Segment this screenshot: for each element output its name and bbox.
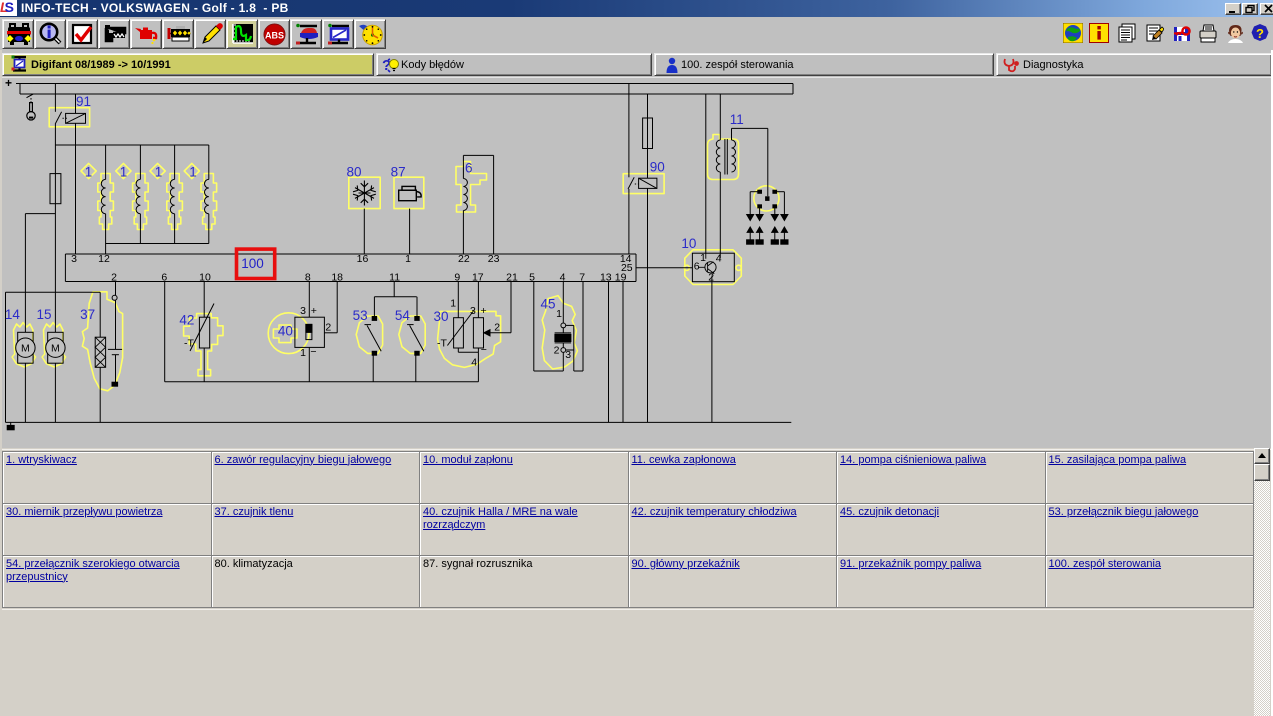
svg-text:1: 1 bbox=[120, 165, 128, 180]
svg-text:80: 80 bbox=[346, 164, 361, 179]
svg-text:6: 6 bbox=[161, 271, 167, 283]
svg-text:ABS: ABS bbox=[265, 31, 284, 41]
svg-text:18: 18 bbox=[331, 271, 343, 283]
svg-text:6: 6 bbox=[465, 161, 473, 176]
svg-text:91: 91 bbox=[76, 94, 91, 109]
svg-text:42: 42 bbox=[179, 312, 194, 327]
svg-text:+: + bbox=[5, 78, 12, 90]
svg-text:11: 11 bbox=[730, 112, 744, 127]
svg-text:90: 90 bbox=[650, 160, 665, 175]
svg-text:1: 1 bbox=[405, 253, 411, 265]
svg-text:13: 13 bbox=[600, 271, 612, 283]
svg-text:-T: -T bbox=[437, 337, 447, 349]
svg-text:87: 87 bbox=[391, 164, 406, 179]
svg-text:−: − bbox=[310, 346, 316, 358]
svg-text:−: − bbox=[481, 344, 487, 356]
svg-text:1: 1 bbox=[450, 298, 456, 310]
svg-text:M: M bbox=[21, 343, 30, 355]
svg-text:3: 3 bbox=[470, 305, 476, 317]
svg-text:4: 4 bbox=[471, 356, 477, 368]
svg-text:+: + bbox=[311, 305, 317, 317]
svg-text:16: 16 bbox=[357, 253, 369, 265]
svg-text:2: 2 bbox=[494, 321, 500, 333]
svg-text:21: 21 bbox=[506, 271, 518, 283]
svg-text:9: 9 bbox=[454, 271, 460, 283]
svg-text:23: 23 bbox=[488, 253, 500, 265]
svg-text:1: 1 bbox=[155, 165, 163, 180]
svg-text:14: 14 bbox=[5, 307, 21, 322]
svg-text:10: 10 bbox=[199, 271, 211, 283]
svg-text:2: 2 bbox=[554, 345, 560, 357]
svg-text:M: M bbox=[51, 343, 60, 355]
svg-text:37: 37 bbox=[80, 307, 95, 322]
svg-text:40: 40 bbox=[278, 323, 293, 338]
svg-text:30: 30 bbox=[433, 309, 448, 324]
svg-text:15: 15 bbox=[36, 307, 51, 322]
svg-text:100: 100 bbox=[241, 256, 264, 271]
svg-text:3: 3 bbox=[71, 253, 77, 265]
svg-text:8: 8 bbox=[305, 271, 311, 283]
svg-text:4: 4 bbox=[560, 271, 566, 283]
svg-text:-T: -T bbox=[184, 337, 194, 349]
svg-text:6: 6 bbox=[694, 260, 700, 272]
svg-text:+: + bbox=[481, 305, 487, 317]
svg-text:1: 1 bbox=[189, 165, 197, 180]
svg-text:7: 7 bbox=[579, 271, 585, 283]
svg-text:22: 22 bbox=[458, 253, 470, 265]
svg-text:53: 53 bbox=[353, 308, 368, 323]
svg-text:17: 17 bbox=[472, 271, 484, 283]
svg-text:54: 54 bbox=[395, 308, 411, 323]
svg-text:10: 10 bbox=[681, 236, 696, 251]
svg-text:1: 1 bbox=[556, 308, 562, 320]
svg-text:?: ? bbox=[1256, 26, 1264, 41]
svg-text:12: 12 bbox=[98, 253, 110, 265]
svg-text:1: 1 bbox=[85, 165, 93, 180]
svg-text:4: 4 bbox=[716, 252, 722, 264]
svg-text:11: 11 bbox=[389, 271, 400, 283]
svg-text:1: 1 bbox=[700, 252, 706, 264]
svg-text:1: 1 bbox=[300, 347, 306, 359]
svg-text:19: 19 bbox=[615, 271, 627, 283]
svg-text:5: 5 bbox=[529, 271, 535, 283]
svg-text:2: 2 bbox=[111, 271, 117, 283]
svg-text:45: 45 bbox=[540, 297, 555, 312]
svg-text:3: 3 bbox=[565, 349, 571, 361]
svg-text:2: 2 bbox=[708, 271, 714, 283]
svg-text:3: 3 bbox=[300, 305, 306, 317]
svg-text:2: 2 bbox=[325, 321, 331, 333]
